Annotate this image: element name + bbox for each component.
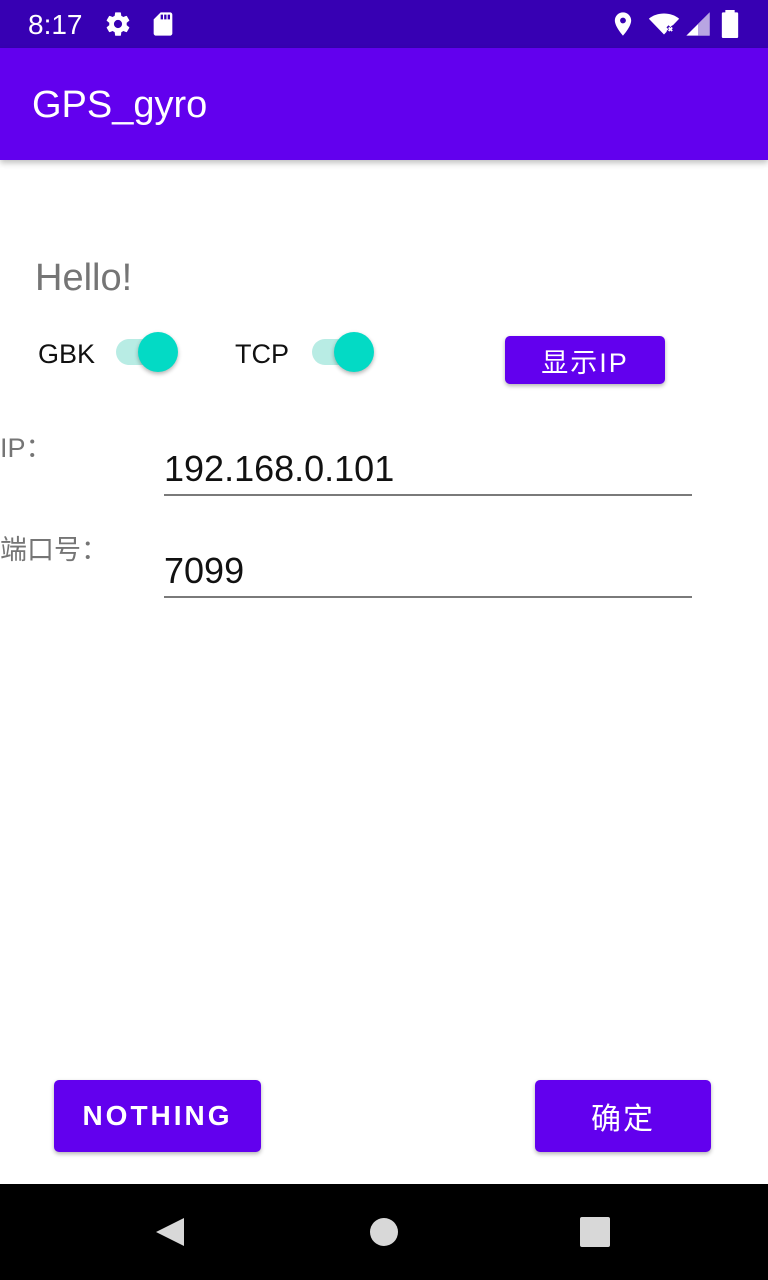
tcp-switch[interactable] [310, 332, 378, 374]
confirm-button[interactable]: 确定 [535, 1080, 711, 1152]
location-icon [614, 12, 632, 36]
port-input[interactable] [164, 546, 692, 598]
switch-thumb [138, 332, 178, 372]
sd-card-icon [153, 12, 173, 36]
status-bar: 8:17 [0, 0, 768, 48]
ip-input[interactable] [164, 444, 692, 496]
show-ip-button[interactable]: 显示IP [505, 336, 665, 384]
port-label: 端口号： [0, 535, 108, 565]
signal-icon [686, 12, 710, 36]
tcp-label: TCP [235, 339, 289, 369]
switch-thumb [334, 332, 374, 372]
gbk-label: GBK [38, 339, 96, 369]
navigation-bar [0, 1184, 768, 1280]
battery-icon [721, 10, 739, 38]
ip-label: IP： [0, 433, 53, 463]
nothing-button[interactable]: NOTHING [54, 1080, 261, 1152]
recents-icon[interactable] [565, 1202, 625, 1262]
app-title: GPS_gyro [32, 84, 208, 126]
back-icon[interactable] [140, 1202, 200, 1262]
greeting-text: Hello! [35, 257, 133, 299]
settings-icon [106, 12, 130, 36]
gbk-switch[interactable] [114, 332, 182, 374]
home-icon[interactable] [354, 1202, 414, 1262]
wifi-icon [648, 13, 680, 35]
app-bar: GPS_gyro [0, 48, 768, 160]
status-time: 8:17 [28, 9, 83, 40]
